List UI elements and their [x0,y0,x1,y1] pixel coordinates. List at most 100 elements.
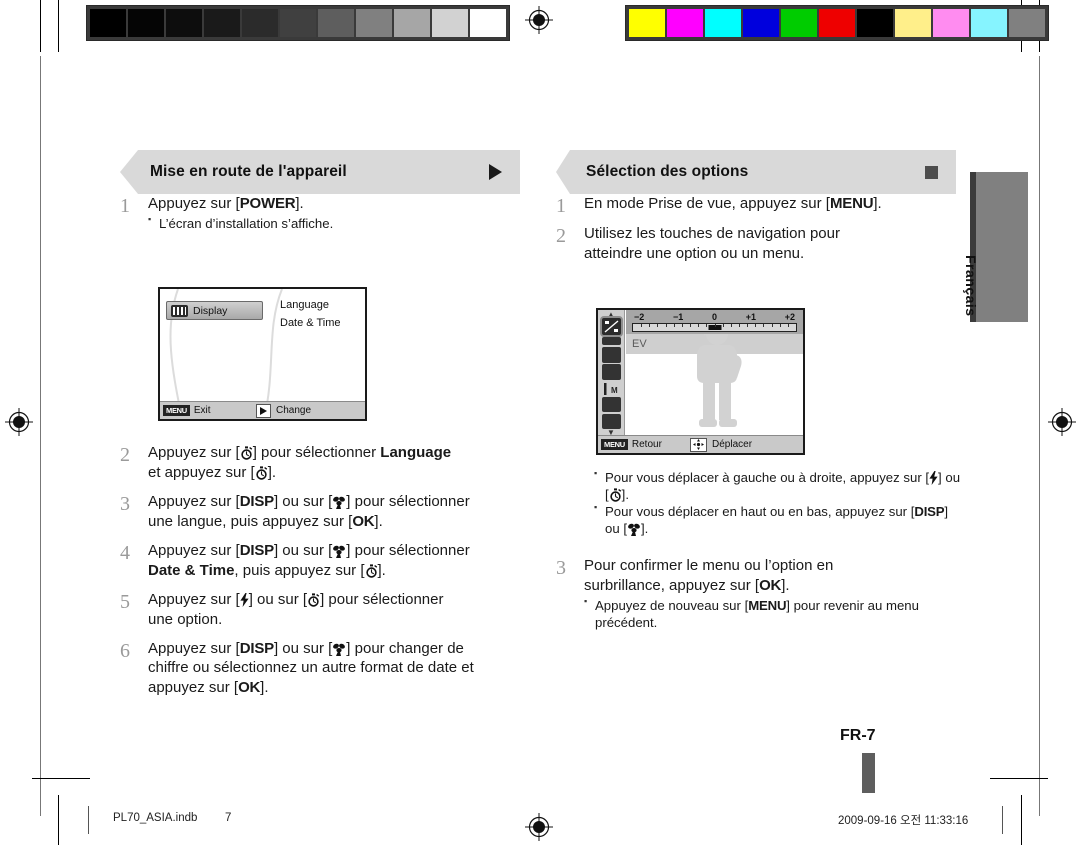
step-item: 3 Appuyez sur [DISP] ou sur [] pour sélec… [120,492,530,532]
face-detection-off-icon[interactable] [601,364,621,381]
registration-target-icon-bottom [524,812,554,842]
step-line: En mode Prise de vue, appuyez sur [MENU]… [584,195,882,212]
ev-ruler-tick [690,324,692,327]
right-screen-bullets: Pour vous déplacer à gauche ou à droite,… [594,468,964,538]
self-timer-icon [255,466,268,480]
step-line: appuyez sur [OK]. [148,679,269,697]
macro-flower-icon [332,545,346,558]
crop-mark-left-h [32,778,90,779]
calibration-swatch-9 [971,9,1007,37]
calibration-swatch-5 [819,9,855,37]
lcd-setup-screen: Display Language Date & Time MENU Exit C… [158,287,367,421]
ev-scale: −2 −1 0 +1 +2 [632,312,797,332]
calibration-swatch-3 [743,9,779,37]
macro-flower-icon [332,496,346,509]
menu-move-label: Déplacer [712,439,753,450]
calibration-swatch-3 [204,9,240,37]
calibration-swatch-0 [629,9,665,37]
triangle-right-icon-small [256,403,271,418]
calibration-swatch-0 [90,9,126,37]
calibration-swatch-10 [470,9,506,37]
ev-tick-2: 0 [711,312,717,322]
ev-ruler-tick [665,324,667,327]
crop-mark-left-v [40,56,41,816]
left-step-list: 1 Appuyez sur [POWER]. L’écran d’installat… [120,194,520,232]
screen-bullet: Pour vous déplacer en haut ou en bas, ap… [594,502,964,537]
step-body: En mode Prise de vue, appuyez sur [MENU]… [584,194,956,218]
step-line: Date & Time, puis appuyez sur []. [148,561,386,579]
ev-ruler-tick [747,324,749,327]
calibration-swatch-5 [280,9,316,37]
self-timer-icon [365,564,378,578]
step-number: 1 [556,195,566,217]
step-line: Appuyez sur [DISP] ou sur [] pour sélect… [148,541,470,559]
iso-icon[interactable] [601,346,621,363]
crop-mark-right-h [990,778,1048,779]
step-line: Appuyez sur [] ou sur [] pour sélectionn… [148,590,444,608]
ev-ruler-tick [706,324,708,327]
ev-ruler[interactable] [632,323,797,332]
step-body: Appuyez sur [DISP] ou sur [] pour change… [148,639,530,699]
image-quality-icon[interactable] [601,397,621,413]
menu-chip: MENU [163,405,190,416]
right-step-list-top: 1 En mode Prise de vue, appuyez sur [MENU… [556,194,956,264]
ev-ruler-tick [779,324,781,327]
step-number: 3 [556,557,566,579]
step-line: atteindre une option ou un menu. [584,244,805,262]
square-icon [925,165,938,179]
display-icon [171,304,188,317]
setup-exit-label: Exit [193,405,211,416]
calibration-swatch-4 [242,9,278,37]
step-line: une option. [148,610,223,628]
ev-tick-4: +2 [784,312,795,322]
registration-target-icon-top [524,5,554,35]
source-file-date: 2009-09-16 오전 11:33:16 [838,815,969,827]
exposure-compensation-icon[interactable] [599,316,623,337]
setup-highlighted-item[interactable]: Display [166,301,263,320]
sample-photo-silhouette [697,321,742,427]
step-body: Appuyez sur [] pour sélectionner Languag… [148,443,530,483]
macro-flower-icon [332,643,346,656]
calibration-swatch-4 [781,9,817,37]
calibration-swatch-1 [667,9,703,37]
section-banner-left: Mise en route de l'appareil [120,150,520,194]
ev-tick-3: +1 [745,312,756,322]
step-line: Utilisez les touches de navigation pour [584,225,840,242]
focus-area-icon[interactable]: M [602,382,621,396]
step-body: Pour confirmer le menu ou l’option en sur… [584,556,956,631]
ev-ruler-tick [641,324,643,327]
menu-icon-sidebar: ▲ M ▼ [598,310,625,437]
voice-memo-off-icon[interactable] [601,413,621,429]
ev-ruler-tick [738,324,740,327]
step-body: Appuyez sur [] ou sur [] pour sélectionn… [148,590,530,630]
step-item: 1 Appuyez sur [POWER]. L’écran d’installat… [120,194,520,232]
white-balance-icon[interactable] [601,336,621,346]
step-item: 3 Pour confirmer le menu ou l’option en su… [556,556,956,631]
setup-item-label: Display [193,304,228,317]
setup-option-date-time[interactable]: Date & Time [280,315,341,333]
ev-ruler-tick [698,324,700,327]
setup-option-language[interactable]: Language [280,297,341,315]
ev-compensation-row[interactable]: −2 −1 0 +1 +2 [626,310,803,334]
crop-mark-top-left-v [40,0,41,52]
step-number: 2 [120,444,130,466]
menu-main-area: −2 −1 0 +1 +2 EV [626,310,803,436]
svg-text:M: M [611,386,618,395]
language-tab-label: Français [963,255,979,317]
footer-rule-right [1002,806,1003,834]
left-content-column: Mise en route de l'appareil 1 Appuyez sur… [120,150,520,235]
calibration-swatch-8 [933,9,969,37]
step-line: Appuyez sur [POWER]. [148,195,304,212]
right-content-column: Sélection des options 1 En mode Prise de … [556,150,956,270]
setup-change-group: Change [256,403,312,418]
self-timer-icon [609,488,622,502]
crop-mark-inner-left-v [58,0,59,52]
source-file-page: 7 [225,812,232,824]
ev-ruler-tick [722,324,724,327]
step-line: et appuyez sur []. [148,463,277,481]
setup-change-label: Change [276,405,312,416]
calibration-swatch-6 [857,9,893,37]
grayscale-calibration-strip [86,5,510,41]
step-item: 2 Utilisez les touches de navigation pour… [556,224,956,264]
footer-rule-left [88,806,89,834]
